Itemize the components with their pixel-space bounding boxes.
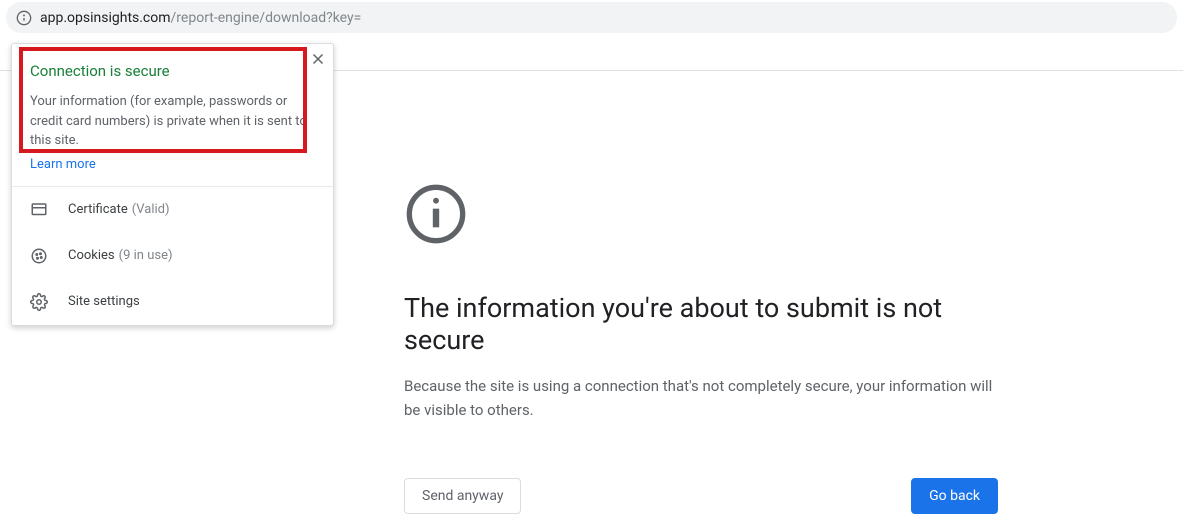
url-path: /report-engine/download?key= bbox=[171, 10, 362, 26]
site-settings-label: Site settings bbox=[68, 294, 140, 309]
warning-description: Because the site is using a connection t… bbox=[404, 374, 994, 422]
url-host: app.opsinsights.com bbox=[40, 10, 171, 26]
go-back-button[interactable]: Go back bbox=[911, 478, 998, 514]
cookie-icon bbox=[30, 247, 48, 265]
certificate-row[interactable]: Certificate (Valid) bbox=[12, 187, 333, 233]
site-settings-row[interactable]: Site settings bbox=[12, 279, 333, 325]
cookies-count: (9 in use) bbox=[119, 248, 173, 263]
learn-more-link[interactable]: Learn more bbox=[30, 157, 96, 172]
info-icon bbox=[16, 10, 32, 26]
warning-title: The information you're about to submit i… bbox=[404, 292, 1004, 356]
gear-icon bbox=[30, 293, 48, 311]
popover-title: Connection is secure bbox=[30, 62, 315, 80]
send-anyway-button[interactable]: Send anyway bbox=[404, 478, 521, 514]
certificate-label: Certificate bbox=[68, 202, 128, 217]
cookies-label: Cookies bbox=[68, 248, 115, 263]
certificate-status: (Valid) bbox=[132, 202, 170, 217]
popover-description: Your information (for example, passwords… bbox=[30, 92, 315, 151]
site-security-popover: Connection is secure Your information (f… bbox=[11, 43, 334, 326]
address-bar[interactable]: app.opsinsights.com/report-engine/downlo… bbox=[6, 2, 1177, 33]
close-button[interactable] bbox=[309, 50, 327, 68]
cookies-row[interactable]: Cookies (9 in use) bbox=[12, 233, 333, 279]
certificate-icon bbox=[30, 201, 48, 219]
info-icon bbox=[404, 182, 468, 246]
insecure-form-warning: The information you're about to submit i… bbox=[404, 182, 1004, 514]
